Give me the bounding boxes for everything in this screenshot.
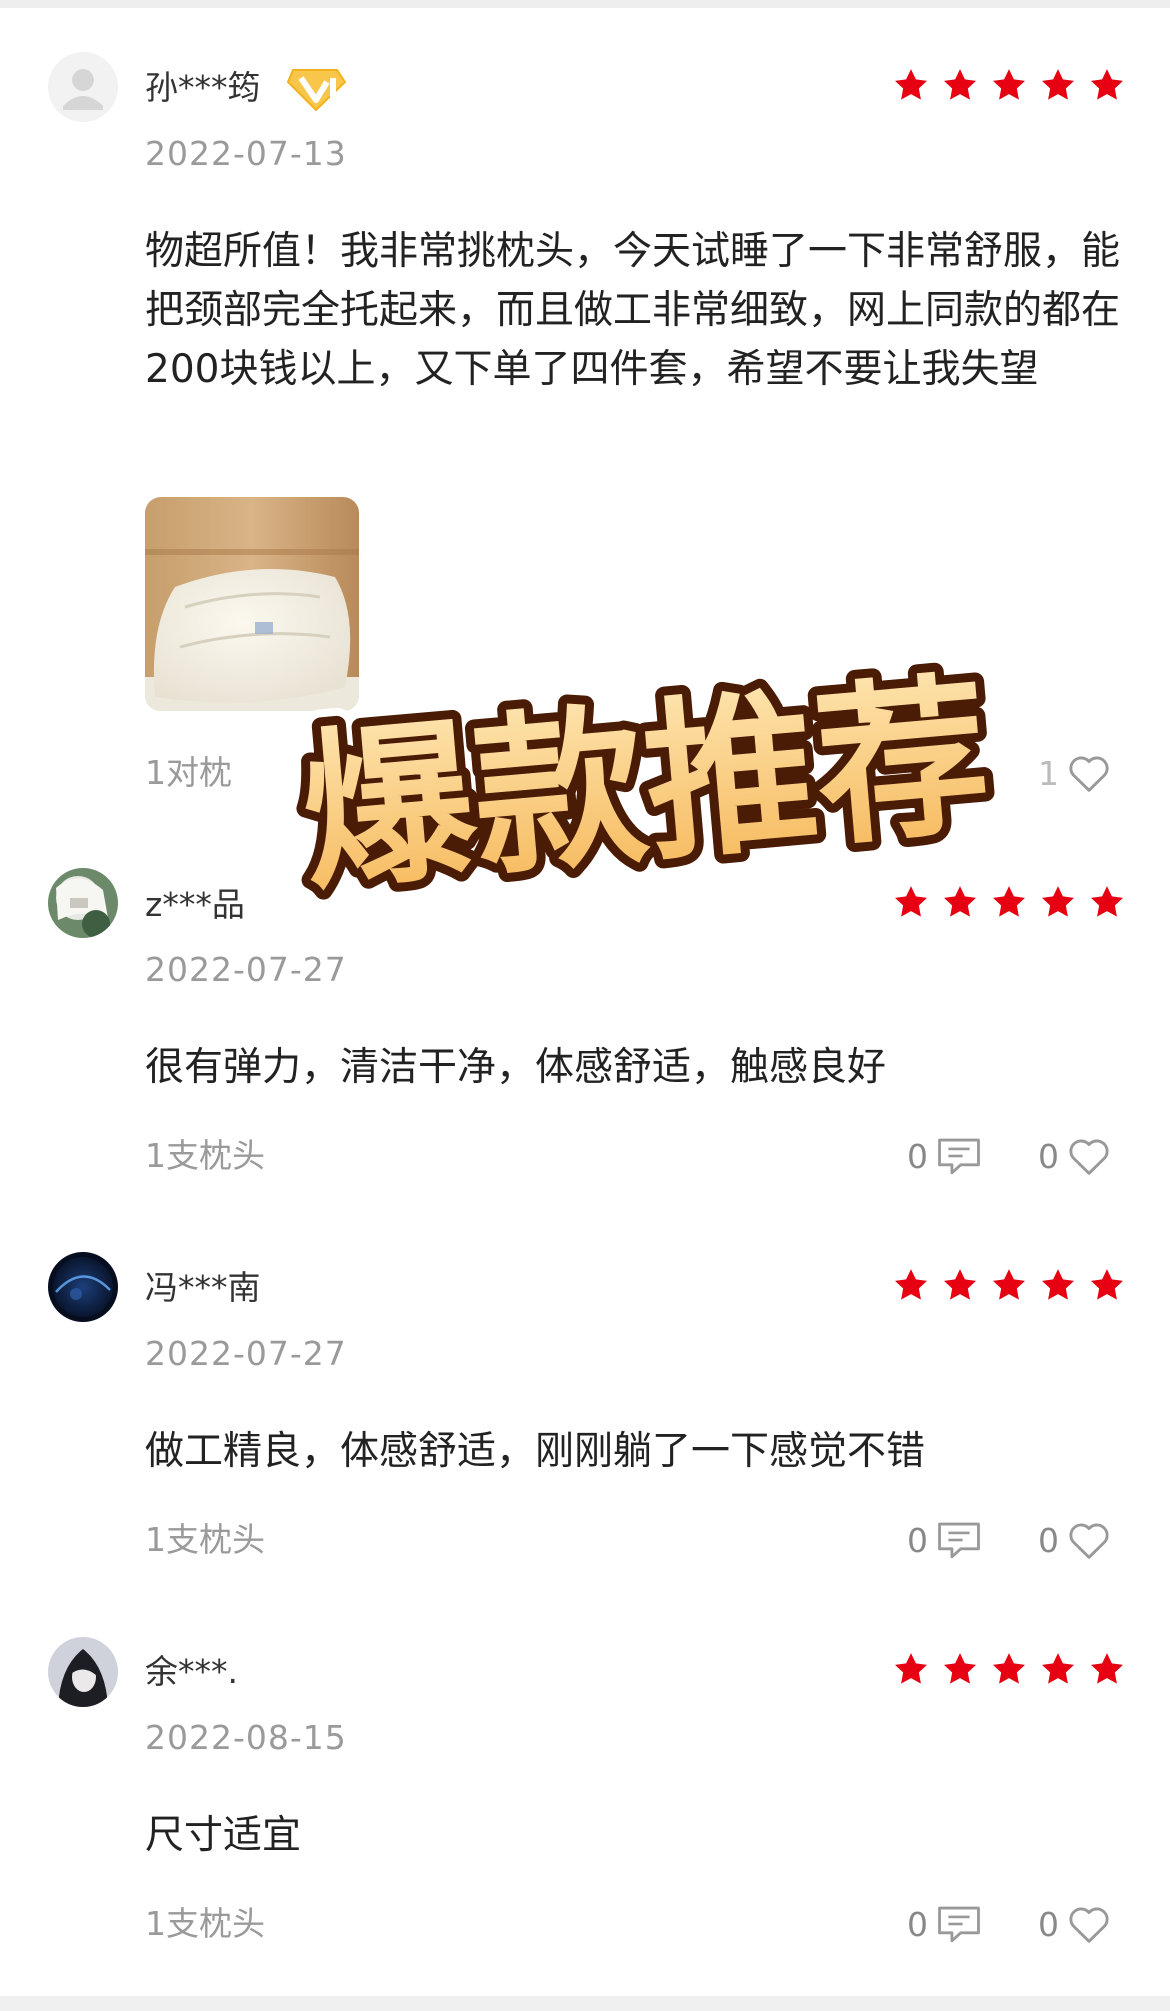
review-username: z***品 bbox=[145, 885, 245, 924]
star-icon bbox=[895, 886, 927, 917]
like-count: 0 bbox=[1038, 1136, 1059, 1176]
star-icon bbox=[944, 1269, 976, 1300]
comment-icon[interactable] bbox=[936, 1904, 982, 1944]
star-icon bbox=[993, 1269, 1025, 1300]
star-icon bbox=[1091, 69, 1123, 100]
review-username: 余***. bbox=[145, 1652, 238, 1691]
like-stat[interactable]: 0 bbox=[1038, 1136, 1111, 1176]
star-rating bbox=[893, 885, 1125, 921]
star-icon bbox=[1091, 886, 1123, 917]
user-placeholder-icon bbox=[48, 52, 118, 122]
review-text: 很有弹力，清洁干净，体感舒适，触感良好 bbox=[145, 1045, 887, 1090]
star-icon bbox=[895, 69, 927, 100]
banner-text: 爆款推荐 bbox=[294, 655, 997, 915]
star-icon bbox=[993, 1653, 1025, 1684]
star-icon bbox=[944, 886, 976, 917]
comment-count: 0 bbox=[907, 1520, 928, 1560]
heart-icon[interactable] bbox=[1067, 1520, 1111, 1560]
star-icon bbox=[1091, 1653, 1123, 1684]
heart-icon[interactable] bbox=[1067, 1136, 1111, 1176]
star-icon bbox=[944, 1653, 976, 1684]
review-spec: 1支枕头 bbox=[145, 1136, 265, 1175]
comment-stat[interactable]: 0 bbox=[907, 1520, 982, 1560]
review-spec: 1支枕头 bbox=[145, 1520, 265, 1559]
hot-recommendation-banner: 爆款推荐 爆款推荐 爆款推荐 bbox=[277, 640, 1014, 920]
review-username: 孙***筠 bbox=[145, 68, 261, 107]
review-date: 2022-07-27 bbox=[145, 950, 347, 989]
star-icon bbox=[1042, 886, 1074, 917]
like-count: 0 bbox=[1038, 1904, 1059, 1944]
review-date: 2022-07-13 bbox=[145, 134, 347, 173]
star-icon bbox=[1091, 1269, 1123, 1300]
review-spec: 1支枕头 bbox=[145, 1904, 265, 1943]
heart-icon[interactable] bbox=[1067, 1904, 1111, 1944]
review-date: 2022-07-27 bbox=[145, 1334, 347, 1373]
star-icon bbox=[993, 69, 1025, 100]
star-icon bbox=[1042, 1269, 1074, 1300]
like-stat[interactable]: 0 bbox=[1038, 1904, 1111, 1944]
comment-icon[interactable] bbox=[936, 1520, 982, 1560]
comment-icon[interactable] bbox=[936, 1136, 982, 1176]
star-icon bbox=[1042, 1653, 1074, 1684]
review-date: 2022-08-15 bbox=[145, 1718, 347, 1757]
review-text: 物超所值！我非常挑枕头，今天试睡了一下非常舒服，能把颈部完全托起来，而且做工非常… bbox=[145, 229, 1121, 392]
avatar[interactable] bbox=[48, 1252, 118, 1322]
avatar-default[interactable] bbox=[48, 52, 118, 122]
star-rating bbox=[893, 68, 1125, 104]
comment-count: 0 bbox=[907, 1136, 928, 1176]
review-username: 冯***南 bbox=[145, 1268, 261, 1307]
review-text: 尺寸适宜 bbox=[145, 1813, 302, 1858]
star-rating bbox=[893, 1268, 1125, 1304]
top-divider bbox=[0, 0, 1170, 8]
bottom-divider bbox=[0, 1996, 1170, 2011]
like-count: 0 bbox=[1038, 1520, 1059, 1560]
like-stat[interactable]: 0 bbox=[1038, 1520, 1111, 1560]
avatar[interactable] bbox=[48, 1637, 118, 1707]
comment-count: 0 bbox=[907, 1904, 928, 1944]
avatar[interactable] bbox=[48, 868, 118, 938]
star-icon bbox=[1042, 69, 1074, 100]
star-icon bbox=[944, 69, 976, 100]
star-icon bbox=[895, 1269, 927, 1300]
vip-badge-icon bbox=[286, 66, 347, 116]
star-icon bbox=[993, 886, 1025, 917]
comment-stat[interactable]: 0 bbox=[907, 1904, 982, 1944]
review-text: 做工精良，体感舒适，刚刚躺了一下感觉不错 bbox=[145, 1429, 926, 1474]
star-icon bbox=[895, 1653, 927, 1684]
star-rating bbox=[893, 1652, 1125, 1688]
comment-stat[interactable]: 0 bbox=[907, 1136, 982, 1176]
